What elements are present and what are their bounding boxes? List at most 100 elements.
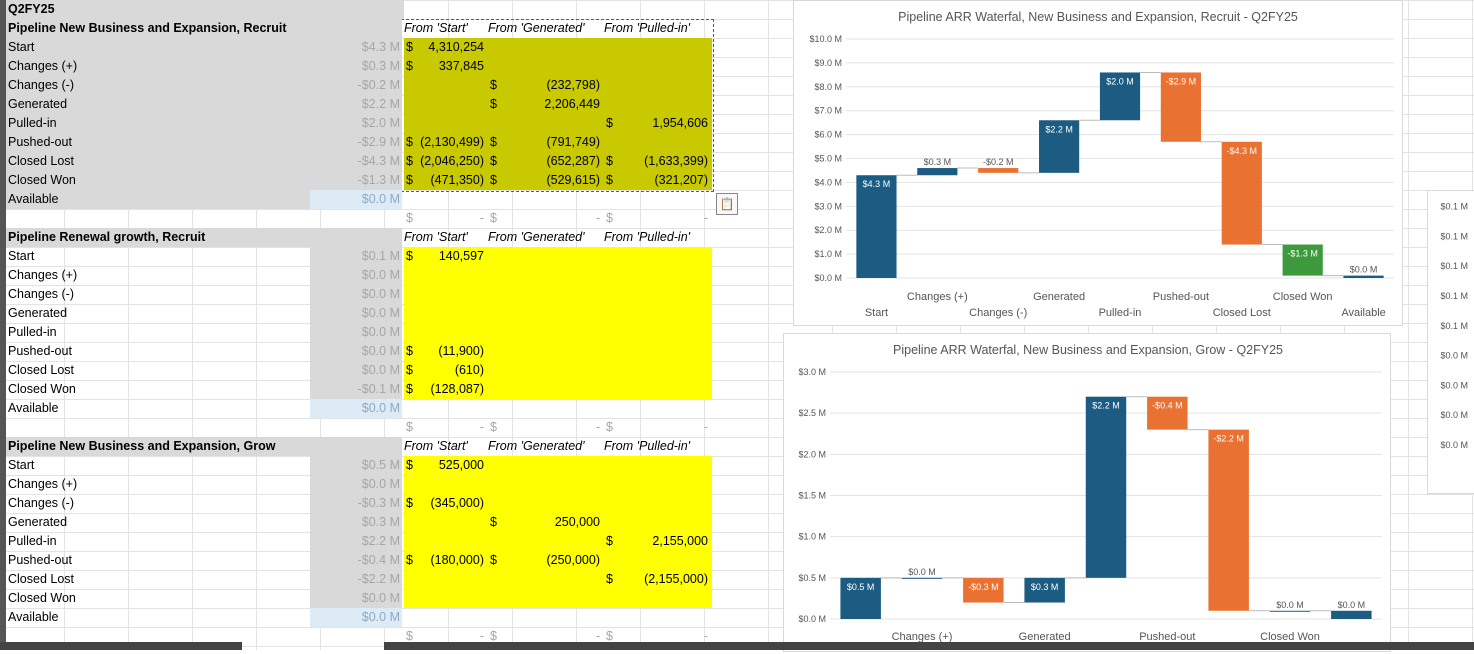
summary-value[interactable]: $2.0 M — [310, 114, 402, 133]
amount-cell[interactable]: $2,155,000 — [604, 532, 712, 551]
row-label[interactable]: Closed Won — [6, 380, 310, 399]
total-cell[interactable]: $ - — [604, 209, 712, 228]
summary-value[interactable]: $2.2 M — [310, 532, 402, 551]
row-label[interactable]: Changes (+) — [6, 475, 310, 494]
amount-cell[interactable]: $ (2,046,250) — [404, 152, 488, 171]
row-label[interactable]: Generated — [6, 304, 310, 323]
total-cell[interactable]: $ - — [404, 418, 488, 437]
section-header[interactable]: Pipeline New Business and Expansion, Rec… — [6, 19, 310, 38]
row-label[interactable]: Closed Lost — [6, 361, 310, 380]
section-header-fill[interactable] — [310, 228, 402, 247]
amount-cell[interactable]: $2,206,449 — [488, 95, 604, 114]
amount-cell[interactable]: $ (1,633,399) — [604, 152, 712, 171]
amount-cell[interactable]: $ (345,000) — [404, 494, 488, 513]
summary-value[interactable]: $0.0 M — [310, 342, 402, 361]
summary-value[interactable]: -$2.2 M — [310, 570, 402, 589]
column-header[interactable]: From 'Pulled-in' — [604, 19, 712, 38]
amount-cell[interactable]: $ (2,155,000) — [604, 570, 712, 589]
section-header-fill[interactable] — [310, 437, 402, 456]
total-cell[interactable]: $ - — [604, 418, 712, 437]
amount-cell[interactable]: $ (180,000) — [404, 551, 488, 570]
amount-cell[interactable]: $525,000 — [404, 456, 488, 475]
section-header[interactable]: Pipeline New Business and Expansion, Gro… — [6, 437, 310, 456]
amount-cell[interactable]: $ (11,900) — [404, 342, 488, 361]
row-label[interactable]: Generated — [6, 513, 310, 532]
column-header[interactable]: From 'Generated' — [488, 19, 604, 38]
summary-value[interactable]: $0.0 M — [310, 399, 402, 418]
summary-value[interactable]: -$4.3 M — [310, 152, 402, 171]
column-header[interactable]: From 'Start' — [404, 437, 488, 456]
sheet-title[interactable]: Q2FY25 — [6, 0, 404, 19]
summary-value[interactable]: $0.0 M — [310, 589, 402, 608]
row-label[interactable]: Available — [6, 608, 310, 627]
summary-value[interactable]: -$2.9 M — [310, 133, 402, 152]
row-label[interactable]: Closed Lost — [6, 152, 310, 171]
amount-cell[interactable]: $250,000 — [488, 513, 604, 532]
row-label[interactable]: Generated — [6, 95, 310, 114]
summary-value[interactable]: $0.0 M — [310, 266, 402, 285]
grow-waterfall-chart[interactable]: Pipeline ARR Waterfal, New Business and … — [783, 333, 1391, 652]
paste-options-icon[interactable]: 📋 — [716, 193, 738, 215]
amount-cell[interactable]: $ (529,615) — [488, 171, 604, 190]
row-label[interactable]: Available — [6, 190, 310, 209]
summary-value[interactable]: $0.0 M — [310, 190, 402, 209]
column-header[interactable]: From 'Generated' — [488, 437, 604, 456]
summary-value[interactable]: $0.0 M — [310, 323, 402, 342]
column-header[interactable]: From 'Start' — [404, 19, 488, 38]
summary-value[interactable]: $0.0 M — [310, 361, 402, 380]
summary-value[interactable]: -$0.1 M — [310, 380, 402, 399]
row-label[interactable]: Pushed-out — [6, 342, 310, 361]
amount-cell[interactable]: $ (232,798) — [488, 76, 604, 95]
row-label[interactable]: Available — [6, 399, 310, 418]
summary-value[interactable]: $2.2 M — [310, 95, 402, 114]
row-label[interactable]: Pulled-in — [6, 532, 310, 551]
summary-value[interactable]: $4.3 M — [310, 38, 402, 57]
summary-value[interactable]: $0.3 M — [310, 57, 402, 76]
summary-value[interactable]: $0.1 M — [310, 247, 402, 266]
amount-cell[interactable]: $4,310,254 — [404, 38, 488, 57]
row-label[interactable]: Start — [6, 38, 310, 57]
summary-value[interactable]: $0.0 M — [310, 285, 402, 304]
third-chart-fragment[interactable]: $0.0 M $0.0 M $0.0 M $0.0 M $0.1 M $0.1 M $0.1… — [1427, 172, 1474, 494]
summary-value[interactable]: $0.0 M — [310, 608, 402, 627]
column-header[interactable]: From 'Generated' — [488, 228, 604, 247]
summary-value[interactable]: -$0.2 M — [310, 76, 402, 95]
total-cell[interactable]: $ - — [488, 418, 604, 437]
amount-cell[interactable]: $1,954,606 — [604, 114, 712, 133]
summary-value[interactable]: $0.0 M — [310, 304, 402, 323]
amount-cell[interactable]: $ (321,207) — [604, 171, 712, 190]
summary-value[interactable]: -$0.4 M — [310, 551, 402, 570]
row-label[interactable]: Start — [6, 456, 310, 475]
row-label[interactable]: Changes (-) — [6, 76, 310, 95]
summary-value[interactable]: -$1.3 M — [310, 171, 402, 190]
amount-cell[interactable]: $ (471,350) — [404, 171, 488, 190]
row-label[interactable]: Pushed-out — [6, 133, 310, 152]
row-label[interactable]: Closed Won — [6, 589, 310, 608]
amount-cell[interactable]: $337,845 — [404, 57, 488, 76]
sheet-tab-bar[interactable] — [0, 642, 242, 650]
row-label[interactable]: Changes (+) — [6, 57, 310, 76]
horizontal-scrollbar[interactable] — [384, 642, 1474, 650]
section-header-fill[interactable] — [310, 19, 402, 38]
row-label[interactable]: Changes (+) — [6, 266, 310, 285]
summary-value[interactable]: -$0.3 M — [310, 494, 402, 513]
summary-value[interactable]: $0.0 M — [310, 475, 402, 494]
summary-value[interactable]: $0.3 M — [310, 513, 402, 532]
row-label[interactable]: Closed Won — [6, 171, 310, 190]
amount-cell[interactable]: $ (652,287) — [488, 152, 604, 171]
column-header[interactable]: From 'Pulled-in' — [604, 437, 712, 456]
row-label[interactable]: Start — [6, 247, 310, 266]
amount-cell[interactable]: $ (610) — [404, 361, 488, 380]
amount-cell[interactable]: $ (791,749) — [488, 133, 604, 152]
amount-cell[interactable]: $140,597 — [404, 247, 488, 266]
summary-value[interactable]: $0.5 M — [310, 456, 402, 475]
column-header[interactable]: From 'Pulled-in' — [604, 228, 712, 247]
row-label[interactable]: Pulled-in — [6, 114, 310, 133]
amount-cell[interactable]: $ (128,087) — [404, 380, 488, 399]
amount-cell[interactable]: $ (250,000) — [488, 551, 604, 570]
row-label[interactable]: Changes (-) — [6, 285, 310, 304]
row-label[interactable]: Pulled-in — [6, 323, 310, 342]
total-cell[interactable]: $ - — [488, 209, 604, 228]
amount-cell[interactable]: $ (2,130,499) — [404, 133, 488, 152]
row-label[interactable]: Pushed-out — [6, 551, 310, 570]
